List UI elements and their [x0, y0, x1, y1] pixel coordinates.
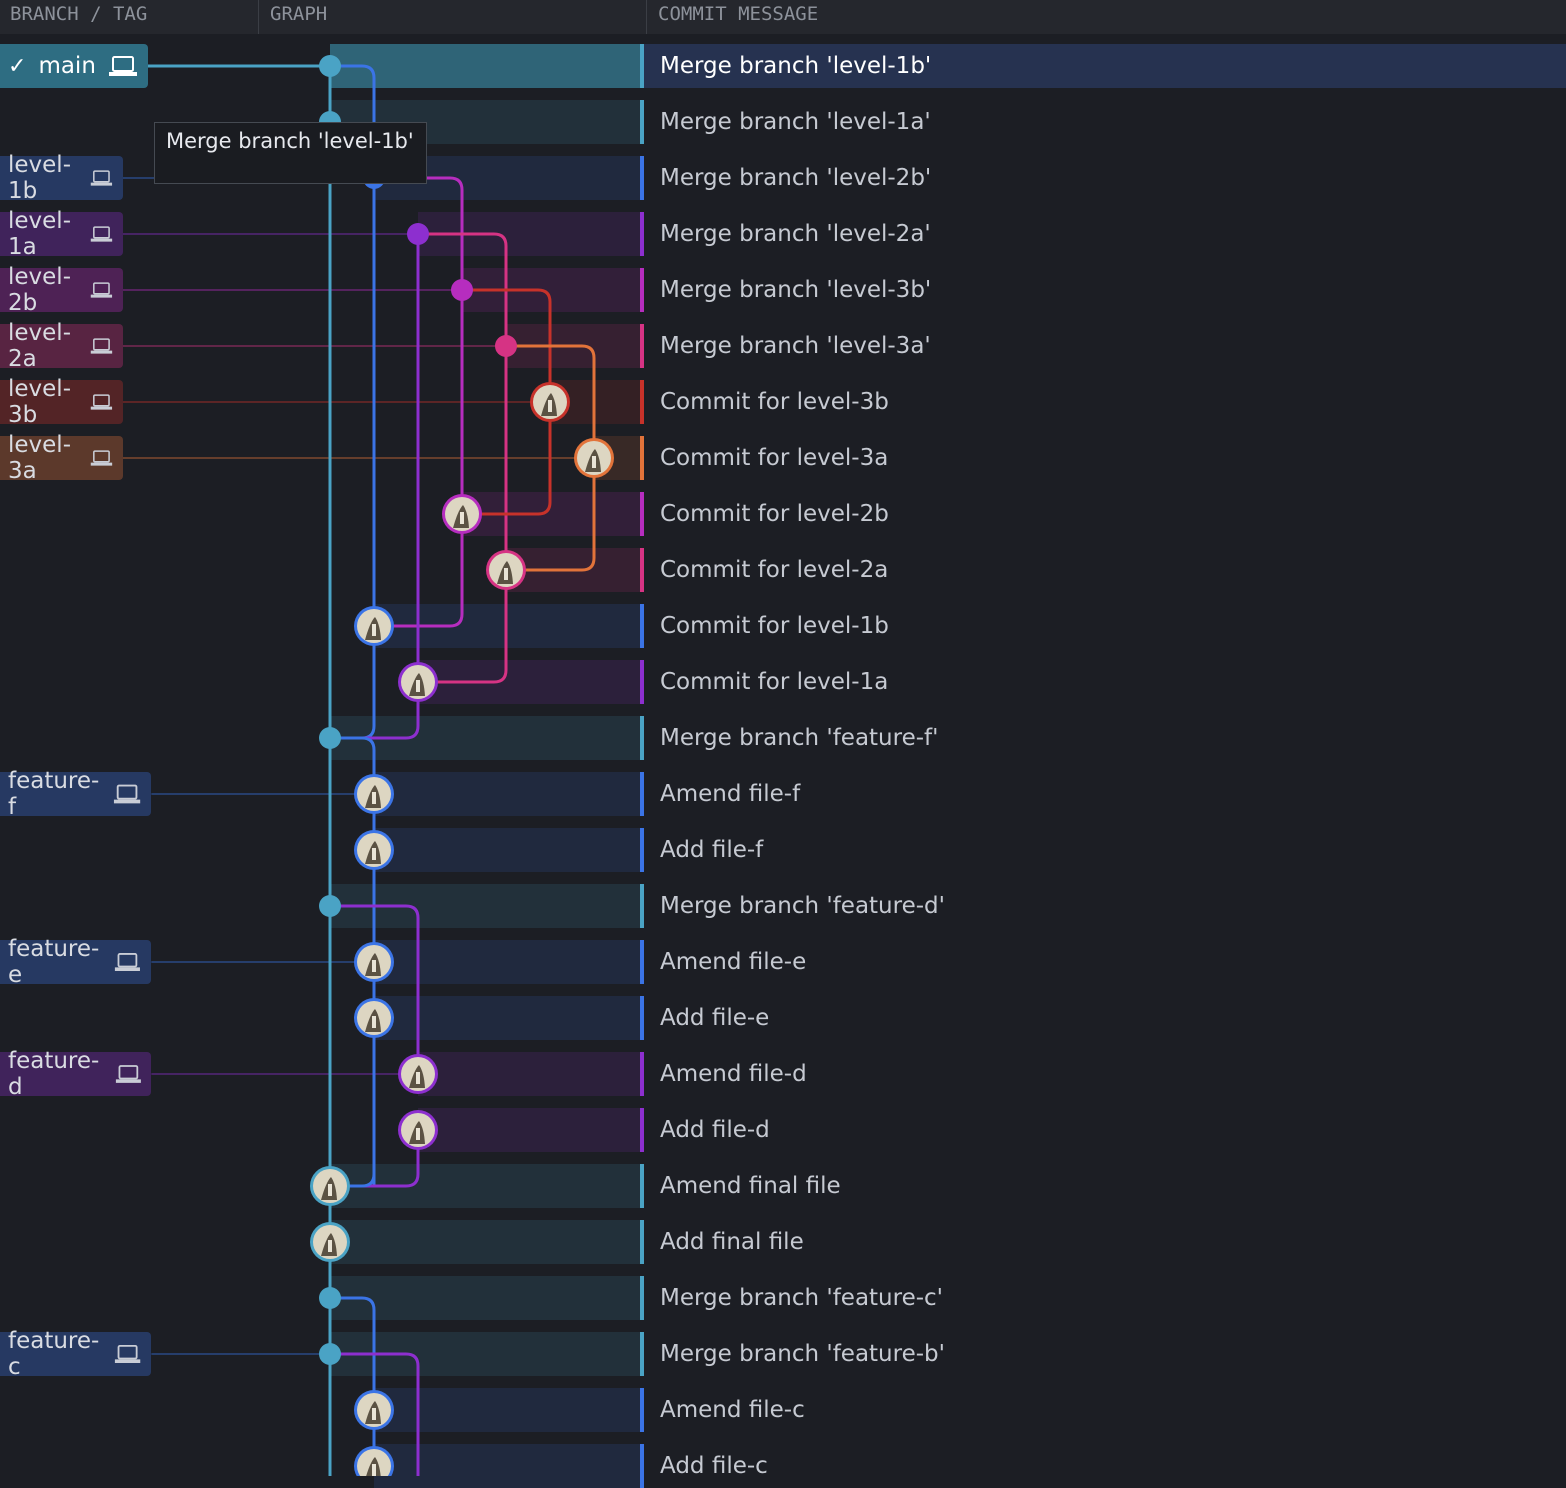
commit-graph [123, 55, 614, 1476]
avatar [398, 1054, 438, 1094]
edge-layer [328, 64, 596, 1476]
branch-badge-level-2a[interactable]: level-2a [0, 320, 123, 372]
merge-dot [495, 335, 517, 357]
branch-name: feature-f [8, 768, 100, 820]
branch-name: feature-e [8, 936, 100, 988]
branch-name: level-3b [8, 376, 71, 428]
laptop-icon [114, 784, 141, 804]
branch-badge-feature-f[interactable]: feature-f [0, 768, 152, 820]
merge-dot [407, 223, 429, 245]
avatar [354, 774, 394, 814]
laptop-icon [115, 1065, 141, 1083]
avatar [442, 494, 482, 534]
avatar [354, 1446, 394, 1476]
merge-dot [319, 1287, 341, 1309]
avatar [574, 438, 614, 478]
avatar [398, 1110, 438, 1150]
branch-badge-feature-e[interactable]: feature-e [0, 936, 152, 988]
branch-name: level-1b [8, 152, 71, 204]
tooltip-text: Merge branch 'level-1b' [166, 129, 414, 153]
avatar [310, 1166, 350, 1206]
branch-name: feature-d [8, 1048, 100, 1100]
laptop-icon [90, 450, 113, 466]
laptop-icon [115, 1344, 141, 1364]
branch-badge-main[interactable]: ✓ main [0, 44, 148, 88]
branch-badge-level-1b[interactable]: level-1b [0, 152, 123, 204]
branch-badge-feature-d[interactable]: feature-d [0, 1048, 152, 1100]
avatar [354, 606, 394, 646]
merge-dot [319, 895, 341, 917]
avatar [354, 1390, 394, 1430]
commit-tooltip: Merge branch 'level-1b' [154, 122, 427, 184]
laptop-icon [90, 394, 113, 410]
branch-name: level-2a [8, 320, 71, 372]
avatar [354, 942, 394, 982]
branch-badge-level-1a[interactable]: level-1a [0, 208, 123, 260]
branch-name: level-2b [8, 264, 71, 316]
laptop-icon [115, 953, 141, 971]
branch-name: level-3a [8, 432, 71, 484]
branch-name: level-1a [8, 208, 71, 260]
avatar [530, 382, 570, 422]
avatar [354, 830, 394, 870]
avatar [354, 998, 394, 1038]
laptop-icon [90, 282, 113, 298]
connector-layer [123, 64, 594, 1355]
branch-badge-level-3a[interactable]: level-3a [0, 432, 123, 484]
merge-dot [319, 727, 341, 749]
avatar [486, 550, 526, 590]
branch-badge-level-3b[interactable]: level-3b [0, 376, 123, 428]
laptop-icon [90, 170, 113, 186]
merge-dot [319, 1343, 341, 1365]
laptop-icon [90, 226, 113, 242]
branch-badge-feature-c[interactable]: feature-c [0, 1328, 152, 1380]
merge-dot [319, 55, 341, 77]
avatar [310, 1222, 350, 1262]
checkmark-icon: ✓ [8, 53, 27, 79]
branch-badge-level-2b[interactable]: level-2b [0, 264, 123, 316]
laptop-icon [90, 338, 113, 354]
branch-name: main [38, 53, 96, 79]
laptop-icon [108, 56, 137, 76]
merge-dot [451, 279, 473, 301]
avatar [398, 662, 438, 702]
branch-name: feature-c [8, 1328, 100, 1380]
